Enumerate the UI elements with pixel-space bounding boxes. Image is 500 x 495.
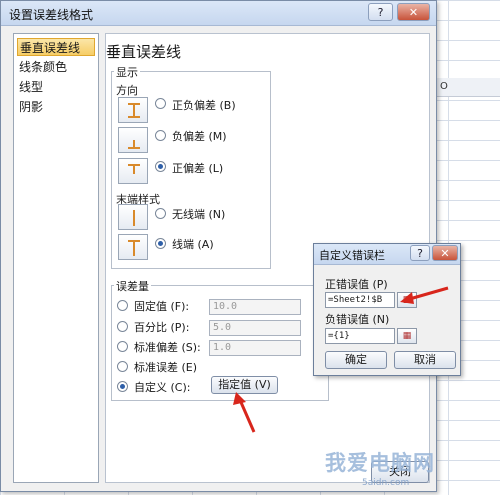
arrow-to-specify-button xyxy=(238,399,256,433)
watermark-text: 我爱电脑网 xyxy=(325,450,435,475)
annotation-arrows xyxy=(233,286,449,433)
arrow-head-positive xyxy=(400,292,414,304)
watermark-url: 5aidn.com xyxy=(362,478,410,488)
arrow-head-specify xyxy=(233,392,246,405)
